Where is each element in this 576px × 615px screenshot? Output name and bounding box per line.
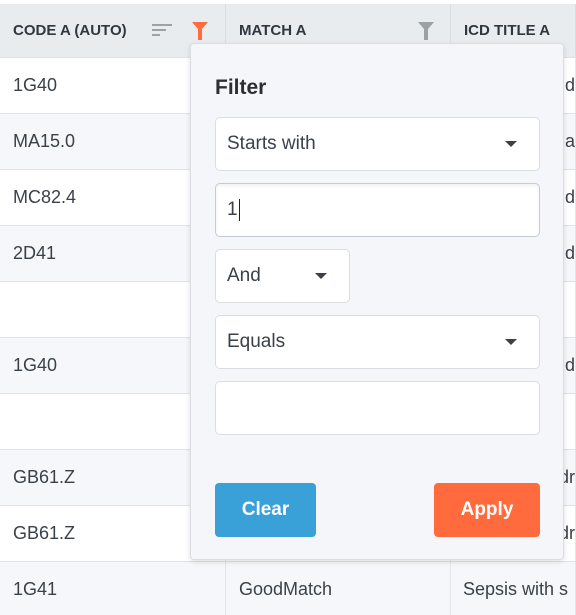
filter-active-icon[interactable]	[192, 22, 208, 40]
sort-icon[interactable]	[152, 24, 172, 39]
filter-popup: Filter Starts with 1 And Equals Clear Ap…	[190, 43, 564, 560]
column-label: CODE A (AUTO)	[13, 22, 127, 39]
select-value: Equals	[227, 331, 286, 352]
select-value: And	[227, 265, 261, 286]
caret-down-icon	[505, 339, 517, 345]
cell-match[interactable]: GoodMatch	[226, 562, 451, 615]
operator-select[interactable]: And	[215, 249, 350, 303]
caret-down-icon	[315, 273, 327, 279]
value1-input[interactable]: 1	[215, 183, 540, 237]
cell-icd-title[interactable]: Sepsis with s	[451, 562, 576, 615]
column-label: ICD TITLE A	[464, 22, 551, 39]
table-row[interactable]: 1G41 GoodMatch Sepsis with s	[0, 561, 576, 615]
value2-input[interactable]	[215, 381, 540, 435]
condition1-select[interactable]: Starts with	[215, 117, 540, 171]
filter-icon[interactable]	[418, 22, 434, 40]
text-cursor	[238, 199, 240, 221]
select-value: Starts with	[227, 133, 316, 154]
input-value: 1	[227, 199, 238, 220]
caret-down-icon	[505, 141, 517, 147]
apply-button[interactable]: Apply	[434, 483, 540, 537]
clear-button[interactable]: Clear	[215, 483, 316, 537]
filter-title: Filter	[215, 76, 267, 99]
column-label: MATCH A	[239, 22, 307, 39]
condition2-select[interactable]: Equals	[215, 315, 540, 369]
cell-code[interactable]: 1G41	[0, 562, 226, 615]
